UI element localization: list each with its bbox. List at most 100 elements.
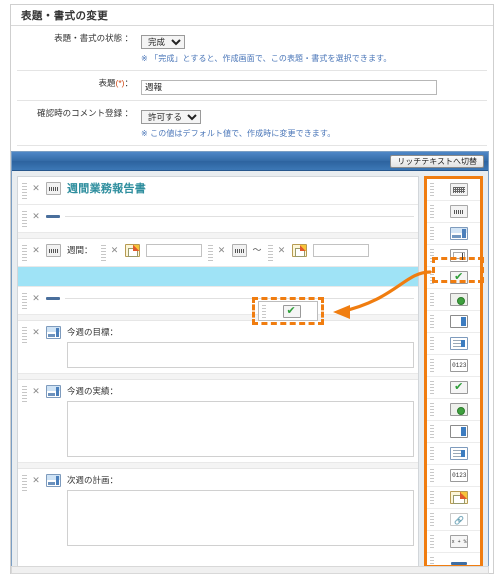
canvas-block-results[interactable]: ✕ 今週の実績： [18, 380, 419, 463]
list-box-icon[interactable] [450, 337, 469, 350]
drag-handle-icon[interactable] [430, 226, 435, 241]
plan-textarea[interactable] [67, 490, 415, 546]
canvas-block-hr-1[interactable]: ✕ [18, 205, 419, 233]
palette-item-window-icon[interactable] [427, 223, 480, 245]
palette-item-list-box-icon[interactable] [427, 333, 480, 355]
checkbox-icon[interactable] [450, 380, 469, 395]
widget-palette[interactable] [424, 176, 483, 568]
title-input[interactable] [141, 79, 437, 95]
text-block-icon[interactable] [450, 183, 469, 196]
page-title: 表題・書式の変更 [21, 9, 109, 22]
status-select[interactable]: 完成 未完成 [141, 35, 185, 49]
rich-editor-icon[interactable] [450, 491, 469, 504]
delete-icon[interactable]: ✕ [110, 244, 120, 256]
switch-to-rich-text-button[interactable]: リッチテキストへ切替 [390, 154, 484, 168]
week-start-field[interactable] [145, 244, 202, 257]
drag-handle-icon[interactable] [430, 402, 435, 417]
canvas-block-plan[interactable]: ✕ 次週の計画： [18, 469, 419, 551]
window-icon[interactable] [450, 227, 469, 240]
palette-item-number-field-icon[interactable] [427, 465, 480, 487]
delete-icon[interactable]: ✕ [31, 210, 41, 222]
radio-button-icon[interactable] [450, 293, 469, 306]
palette-item-dropdown-icon[interactable] [427, 311, 480, 333]
label-comment-permission: 確認時のコメント登録 ： [37, 108, 133, 118]
palette-item-dropdown-icon[interactable] [427, 421, 480, 443]
delete-icon[interactable]: ✕ [31, 182, 41, 194]
canvas-block-hr-2[interactable]: ✕ [18, 287, 419, 315]
week-end-field[interactable] [312, 244, 369, 257]
radio-button-icon[interactable] [450, 403, 469, 416]
drag-handle-icon[interactable] [22, 183, 27, 199]
drag-handle-icon[interactable] [430, 380, 435, 395]
palette-icon-wrap [438, 183, 480, 196]
drag-handle-icon[interactable] [430, 270, 435, 285]
drag-handle-icon[interactable] [430, 336, 435, 351]
drag-handle-icon[interactable] [22, 211, 27, 227]
drag-handle-icon[interactable] [22, 475, 27, 491]
delete-icon[interactable]: ✕ [31, 292, 41, 304]
palette-item-calculation-icon[interactable] [427, 531, 480, 553]
label-text-icon[interactable] [450, 205, 469, 218]
drag-handle-icon[interactable] [430, 490, 435, 505]
drag-handle-icon[interactable] [430, 446, 435, 461]
palette-item-text-field-icon[interactable] [427, 245, 480, 267]
palette-item-radio-button-icon[interactable] [427, 399, 480, 421]
palette-item-checkbox-icon[interactable] [427, 267, 480, 289]
drag-handle-icon[interactable] [207, 245, 213, 261]
drag-handle-icon[interactable] [22, 245, 27, 261]
status-note: ※ 「完成」とすると、作成画面で、この表題・書式を選択できます。 [141, 54, 392, 63]
delete-icon[interactable]: ✕ [217, 244, 227, 256]
palette-item-attachment-icon[interactable] [427, 509, 480, 531]
canvas-block-goal[interactable]: ✕ 今週の目標： [18, 321, 419, 374]
results-label: 今週の実績： [67, 386, 119, 396]
drag-handle-icon[interactable] [22, 327, 27, 343]
palette-icon-wrap [438, 491, 480, 504]
drag-handle-icon[interactable] [430, 314, 435, 329]
palette-item-text-block-icon[interactable] [427, 179, 480, 201]
dropdown-icon[interactable] [450, 315, 469, 328]
drag-handle-icon[interactable] [22, 386, 27, 402]
palette-item-number-field-icon[interactable] [427, 355, 480, 377]
horizontal-rule-line [65, 298, 415, 299]
horizontal-rule-line [65, 216, 415, 217]
delete-icon[interactable]: ✕ [31, 326, 41, 338]
calculation-icon[interactable] [450, 535, 469, 548]
number-field-icon[interactable] [450, 359, 469, 372]
number-field-icon[interactable] [450, 469, 469, 482]
delete-icon[interactable]: ✕ [31, 244, 41, 256]
attachment-icon[interactable] [450, 513, 469, 527]
delete-icon[interactable]: ✕ [277, 244, 287, 256]
design-canvas[interactable]: ✕ 週間業務報告書 ✕ ✕ 週間： ✕ ✕ ～ ✕ ✕ ✕ 今週の目標： ✕ 今… [17, 176, 420, 568]
drag-handle-icon[interactable] [430, 204, 435, 219]
drag-handle-icon[interactable] [22, 293, 27, 309]
comment-permission-select[interactable]: 許可する 許可しない [141, 110, 201, 124]
palette-icon-wrap [438, 425, 480, 438]
drag-handle-icon[interactable] [430, 248, 435, 263]
drag-handle-icon[interactable] [267, 245, 273, 261]
drag-handle-icon[interactable] [100, 245, 106, 261]
canvas-block-dropped-checkbox[interactable] [18, 267, 419, 287]
checkbox-icon[interactable] [450, 270, 469, 285]
dropdown-icon[interactable] [450, 425, 469, 438]
canvas-block-week-range[interactable]: ✕ 週間： ✕ ✕ ～ ✕ [18, 239, 419, 267]
drag-handle-icon[interactable] [430, 534, 435, 549]
canvas-block-title[interactable]: ✕ 週間業務報告書 [18, 177, 419, 205]
palette-item-label-text-icon[interactable] [427, 201, 480, 223]
drag-handle-icon[interactable] [430, 292, 435, 307]
palette-item-checkbox-icon[interactable] [427, 377, 480, 399]
list-box-icon[interactable] [450, 447, 469, 460]
results-textarea[interactable] [67, 401, 415, 457]
palette-item-rich-editor-icon[interactable] [427, 487, 480, 509]
drag-handle-icon[interactable] [430, 182, 435, 197]
goal-textarea[interactable] [67, 342, 415, 368]
drag-handle-icon[interactable] [430, 358, 435, 373]
palette-item-radio-button-icon[interactable] [427, 289, 480, 311]
delete-icon[interactable]: ✕ [31, 474, 41, 486]
drag-handle-icon[interactable] [430, 468, 435, 483]
label-title-colon: ： [124, 78, 133, 88]
text-field-icon[interactable] [450, 249, 469, 262]
drag-handle-icon[interactable] [430, 512, 435, 527]
palette-item-list-box-icon[interactable] [427, 443, 480, 465]
drag-handle-icon[interactable] [430, 424, 435, 439]
delete-icon[interactable]: ✕ [31, 385, 41, 397]
